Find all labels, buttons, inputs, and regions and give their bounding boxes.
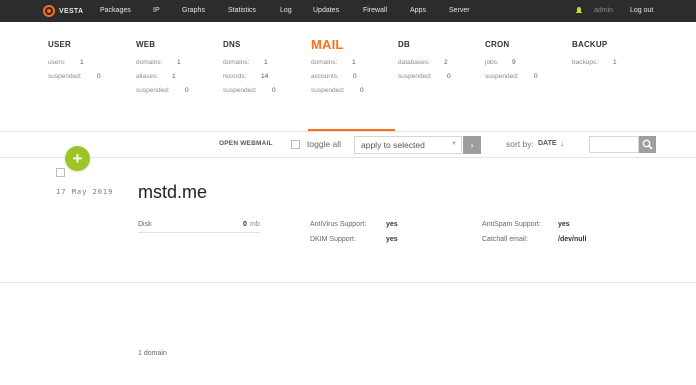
logout-link[interactable]: Log out: [630, 0, 653, 22]
nav-log[interactable]: Log: [280, 0, 292, 22]
stats-db-title[interactable]: DB: [398, 40, 410, 49]
nav-server[interactable]: Server: [449, 0, 470, 22]
search-button[interactable]: [639, 136, 656, 153]
sort-by-label: sort by:: [506, 139, 534, 149]
vesta-logo-icon: [43, 5, 55, 17]
bulk-action-select[interactable]: apply to selected ▼: [354, 136, 462, 154]
antivirus-label: AntiVirus Support:: [310, 221, 367, 228]
toggle-all-label[interactable]: toggle all: [307, 139, 341, 149]
vesta-logo-text: VESTA: [59, 7, 84, 15]
stats-web-suspended: suspended: 0: [136, 87, 189, 94]
nav-graphs[interactable]: Graphs: [182, 0, 205, 22]
chevron-right-icon: ›: [470, 140, 474, 150]
search-input[interactable]: [589, 136, 639, 153]
nav-packages[interactable]: Packages: [100, 0, 131, 22]
stats-db-suspended: suspended: 0: [398, 73, 451, 80]
stats-dns-title[interactable]: DNS: [223, 40, 241, 49]
nav-firewall[interactable]: Firewall: [363, 0, 387, 22]
stats-web-aliases: aliases: 1: [136, 73, 176, 80]
stats-web-title[interactable]: WEB: [136, 40, 155, 49]
nav-ip[interactable]: IP: [153, 0, 160, 22]
open-webmail-link[interactable]: OPEN WEBMAIL: [219, 140, 273, 147]
top-navigation-bar: VESTA Packages IP Graphs Statistics Log …: [0, 0, 696, 22]
domain-name[interactable]: mstd.me: [138, 182, 207, 203]
row-date: 17 May 2019: [56, 188, 114, 196]
stats-user-users: users: 1: [48, 59, 84, 66]
apply-button[interactable]: ›: [463, 136, 481, 154]
plus-icon: +: [72, 149, 83, 168]
divider: [0, 157, 696, 158]
user-link[interactable]: admin: [594, 0, 613, 22]
vesta-logo[interactable]: VESTA: [43, 4, 83, 18]
antispam-value: yes: [558, 221, 570, 228]
stats-cron-jobs: jobs: 9: [485, 59, 516, 66]
nav-updates[interactable]: Updates: [313, 0, 339, 22]
dropdown-arrow-icon: ▼: [451, 141, 457, 147]
antispam-label: AntiSpam Support:: [482, 221, 541, 228]
divider: [0, 282, 696, 283]
dkim-label: DKIM Support:: [310, 236, 356, 243]
add-domain-button[interactable]: +: [65, 146, 90, 171]
toggle-all-checkbox[interactable]: [291, 140, 300, 149]
antivirus-value: yes: [386, 221, 398, 228]
disk-usage-bar: [138, 232, 260, 233]
stats-user-suspended: suspended: 0: [48, 73, 101, 80]
dkim-value: yes: [386, 236, 398, 243]
stats-backup-title[interactable]: BACKUP: [572, 40, 607, 49]
stats-backup-backups: backups: 1: [572, 59, 617, 66]
divider: [0, 131, 696, 132]
catchall-value: /dev/null: [558, 236, 587, 243]
sort-by-date[interactable]: DATE: [538, 140, 557, 147]
stats-mail-title[interactable]: MAIL: [311, 37, 344, 52]
stats-dns-records: records: 14: [223, 73, 269, 80]
stats-dns-suspended: suspended: 0: [223, 87, 276, 94]
stats-user-title[interactable]: USER: [48, 40, 71, 49]
search-icon: [642, 139, 653, 150]
stats-web-domains: domains: 1: [136, 59, 181, 66]
bulk-action-selected-value: apply to selected: [361, 140, 425, 150]
domain-count: 1 domain: [138, 350, 167, 357]
stats-dns-domains: domains: 1: [223, 59, 268, 66]
nav-statistics[interactable]: Statistics: [228, 0, 256, 22]
catchall-label: Catchall email:: [482, 236, 528, 243]
stats-mail-domains: domains: 1: [311, 59, 356, 66]
row-checkbox[interactable]: [56, 168, 65, 177]
stats-cron-suspended: suspended: 0: [485, 73, 538, 80]
stats-mail-accounts: accounts: 0: [311, 73, 357, 80]
notification-bell-icon[interactable]: [576, 7, 582, 14]
stats-cron-title[interactable]: CRON: [485, 40, 509, 49]
disk-value: 0: [243, 221, 247, 228]
sort-direction-icon[interactable]: ↓: [560, 139, 564, 148]
disk-unit: mb: [250, 221, 260, 228]
stats-mail-suspended: suspended: 0: [311, 87, 364, 94]
stats-db-databases: databases: 2: [398, 59, 448, 66]
nav-apps[interactable]: Apps: [410, 0, 426, 22]
disk-label: Disk: [138, 221, 152, 228]
